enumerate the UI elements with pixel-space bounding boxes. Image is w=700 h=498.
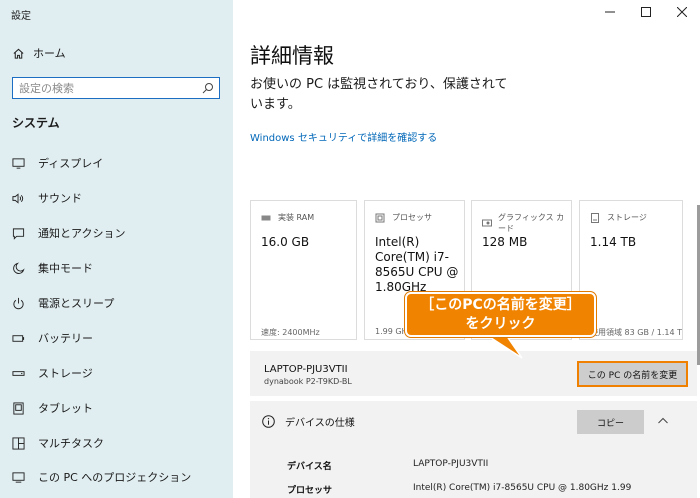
spec-label-device-name: デバイス名 — [287, 462, 332, 472]
sidebar-item-label: ストレージ — [38, 367, 93, 380]
ram-icon — [261, 213, 272, 223]
info-icon — [262, 415, 275, 428]
sidebar-item-label: 通知とアクション — [38, 227, 126, 240]
sidebar-item-projection[interactable]: この PC へのプロジェクション — [11, 467, 191, 487]
maximize-icon — [641, 7, 651, 17]
sidebar-item-power[interactable]: 電源とスリープ — [11, 293, 114, 313]
close-button[interactable] — [664, 0, 700, 24]
window-title: 設定 — [11, 11, 31, 22]
card-value: 128 MB — [482, 235, 528, 249]
sidebar-item-home[interactable]: ホーム — [11, 43, 66, 63]
multitask-icon — [11, 436, 25, 450]
instruction-callout: ［このPCの名前を変更］ をクリック — [405, 292, 596, 337]
sidebar-item-display[interactable]: ディスプレイ — [11, 153, 103, 173]
pc-model: dynabook P2-T9KD-BL — [264, 377, 352, 386]
search-input[interactable] — [13, 81, 193, 95]
spec-value-processor: Intel(R) Core(TM) i7-8565U CPU @ 1.80GHz… — [413, 483, 632, 493]
ram-card: 実装 RAM 16.0 GB 速度: 2400MHz — [250, 200, 357, 340]
card-subtext: 速度: 2400MHz — [261, 328, 320, 337]
search-box[interactable] — [12, 77, 220, 99]
sidebar-item-label: この PC へのプロジェクション — [38, 471, 192, 484]
card-label: ストレージ — [607, 213, 647, 222]
sound-icon — [11, 191, 25, 205]
card-value: 1.14 TB — [590, 235, 637, 249]
card-label: プロセッサ — [392, 213, 432, 222]
sidebar-item-label: 集中モード — [38, 262, 93, 275]
card-header: 実装 RAM — [261, 212, 314, 223]
rename-pc-button[interactable]: この PC の名前を変更 — [577, 361, 688, 387]
card-header: グラフィックス カード — [482, 212, 571, 234]
sidebar-item-tablet[interactable]: タブレット — [11, 398, 93, 418]
home-icon — [11, 46, 25, 60]
processor-icon — [375, 213, 386, 223]
sidebar-item-notifications[interactable]: 通知とアクション — [11, 223, 125, 243]
close-icon — [677, 7, 687, 17]
sidebar-item-label: 電源とスリープ — [38, 297, 115, 310]
sidebar-item-focus[interactable]: 集中モード — [11, 258, 93, 278]
card-header: プロセッサ — [375, 212, 432, 223]
sidebar-item-label: ディスプレイ — [38, 157, 104, 170]
card-value: 16.0 GB — [261, 235, 310, 249]
minimize-button[interactable] — [592, 0, 628, 24]
spec-label-processor: プロセッサ — [287, 486, 333, 496]
sidebar: 設定 ホーム システム ディスプレイ サウンド 通知とアクション 集中モード 電… — [0, 0, 233, 498]
spec-title: デバイスの仕様 — [285, 418, 355, 429]
search-icon[interactable] — [202, 82, 214, 94]
display-icon — [11, 156, 25, 170]
projection-icon — [11, 470, 25, 484]
spec-value-device-name: LAPTOP-PJU3VTII — [413, 459, 489, 469]
device-spec-section: デバイスの仕様 コピー デバイス名 LAPTOP-PJU3VTII プロセッサ … — [250, 401, 697, 498]
storage-icon — [11, 366, 25, 380]
sidebar-item-sound[interactable]: サウンド — [11, 188, 82, 208]
battery-icon — [11, 331, 25, 345]
callout-line-1: ［このPCの名前を変更］ — [420, 297, 581, 313]
tablet-icon — [11, 401, 25, 415]
callout-line-2: をクリック — [465, 316, 536, 332]
card-value: Intel(R) Core(TM) i7-8565U CPU @ 1.80GHz — [375, 235, 459, 294]
card-header: ストレージ — [590, 212, 647, 223]
minimize-icon — [605, 11, 615, 13]
copy-button[interactable]: コピー — [577, 410, 644, 434]
storage-icon — [590, 212, 601, 223]
card-label: グラフィックス カード — [498, 213, 565, 233]
sidebar-item-label: タブレット — [38, 402, 93, 415]
graphics-icon — [482, 218, 492, 228]
window-controls — [592, 0, 700, 24]
card-label: 実装 RAM — [278, 213, 315, 222]
sidebar-item-label: サウンド — [38, 192, 82, 205]
card-subtext: 使用領域 83 GB / 1.14 TB — [590, 328, 683, 337]
sidebar-item-battery[interactable]: バッテリー — [11, 328, 93, 348]
maximize-button[interactable] — [628, 0, 664, 24]
pc-name: LAPTOP-PJU3VTII — [264, 364, 348, 375]
sidebar-item-label: バッテリー — [38, 332, 93, 345]
sidebar-item-label: マルチタスク — [38, 437, 104, 450]
section-title: システム — [12, 116, 60, 130]
sidebar-item-storage[interactable]: ストレージ — [11, 363, 93, 383]
moon-icon — [11, 261, 25, 275]
spec-header[interactable]: デバイスの仕様 — [262, 414, 355, 429]
security-details-link[interactable]: Windows セキュリティで詳細を確認する — [250, 129, 437, 144]
power-icon — [11, 296, 25, 310]
pc-name-section: LAPTOP-PJU3VTII dynabook P2-T9KD-BL この P… — [250, 351, 697, 396]
chevron-up-icon[interactable] — [657, 415, 669, 427]
notification-icon — [11, 226, 25, 240]
sidebar-item-multitask[interactable]: マルチタスク — [11, 433, 104, 453]
protection-status-text: お使いの PC は監視されており、保護されています。 — [250, 77, 508, 112]
main-content: 詳細情報 お使いの PC は監視されており、保護されています。 Windows … — [233, 0, 700, 498]
sidebar-item-label: ホーム — [33, 47, 66, 60]
page-title: 詳細情報 — [250, 44, 334, 68]
